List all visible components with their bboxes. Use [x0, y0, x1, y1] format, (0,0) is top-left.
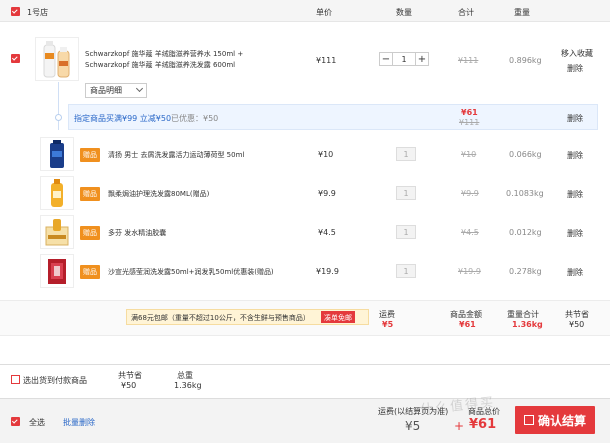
batch-delete-link[interactable]: 批量删除 [63, 417, 95, 428]
gift-name[interactable]: 飘柔焗油护理洗发露80ML(赠品) [108, 189, 209, 199]
store-name[interactable]: 1号店 [27, 7, 48, 18]
free-shipping-button[interactable]: 凑单免邮 [321, 311, 355, 323]
gift-subtotal: ¥19.9 [458, 267, 481, 276]
footer-shipping-value: ¥5 [405, 419, 421, 433]
header-weight: 重量 [514, 8, 530, 17]
move-to-favorites-link[interactable]: 移入收藏 [561, 48, 593, 59]
gift-tag: 赠品 [80, 148, 100, 162]
gift-thumbnail[interactable] [40, 176, 74, 210]
capsule-box-icon [45, 219, 69, 246]
product-subtotal: ¥111 [458, 56, 479, 65]
gift-weight: 0.278kg [509, 267, 542, 276]
gift-delete-link[interactable]: 删除 [567, 189, 583, 200]
footer-plus: + [454, 419, 465, 433]
product-checkbox[interactable] [11, 54, 20, 63]
checkout-label: 确认结算 [537, 413, 586, 428]
gift-delete-link[interactable]: 删除 [567, 267, 583, 278]
gift-name[interactable]: 多芬 发水精油胶囊 [108, 228, 166, 238]
selection-saving-value: ¥50 [121, 381, 137, 390]
shipping-value: ¥5 [382, 320, 394, 329]
gift-weight: 0.012kg [509, 228, 542, 237]
gift-tag: 赠品 [80, 187, 100, 201]
gift-price: ¥10 [318, 150, 334, 159]
detail-select[interactable]: 商品明细 [85, 83, 147, 98]
gift-price: ¥4.5 [318, 228, 336, 237]
header-qty: 数量 [396, 8, 412, 17]
shampoo-bottle-icon [51, 179, 63, 207]
gift-subtotal: ¥4.5 [461, 228, 479, 237]
weight-label: 重量合计 [507, 310, 539, 319]
shipping-label: 运费 [379, 310, 395, 319]
selection-weight-label: 总重 [177, 371, 193, 380]
promo-delete-link[interactable]: 删除 [567, 113, 583, 124]
gift-tag: 赠品 [80, 226, 100, 240]
tree-connector [58, 82, 59, 130]
gift-qty: 1 [396, 147, 416, 161]
amount-value: ¥61 [459, 320, 476, 329]
check-icon [11, 7, 18, 14]
saving-label: 共节省 [565, 310, 589, 319]
shampoo-bottles-icon [43, 41, 70, 78]
footer-total-value: ¥61 [469, 417, 497, 432]
promo-price-now: ¥61 [461, 108, 478, 117]
delete-product-link[interactable]: 删除 [567, 63, 583, 74]
checkout-button[interactable]: 确认结算 [515, 406, 595, 434]
select-all-label[interactable]: 全选 [29, 417, 45, 428]
gift-qty: 1 [396, 264, 416, 278]
gift-delete-link[interactable]: 删除 [567, 228, 583, 239]
chevron-down-icon [135, 84, 144, 93]
gift-delete-link[interactable]: 删除 [567, 150, 583, 161]
check-icon [11, 54, 18, 61]
gift-weight: 0.1083kg [506, 189, 544, 198]
shampoo-bottle-icon [50, 140, 64, 168]
gift-price: ¥9.9 [318, 189, 336, 198]
promo-price-orig: ¥111 [459, 118, 480, 127]
checkout-icon [523, 415, 534, 425]
qty-plus-button[interactable]: + [415, 52, 429, 66]
product-price: ¥111 [316, 56, 337, 65]
gift-name[interactable]: 沙宣光感莹润洗发露50ml+润发乳50ml优惠装(赠品) [108, 267, 274, 277]
promo-discount: 已优惠：¥50 [171, 114, 219, 123]
gift-name[interactable]: 清扬 男士 去屑洗发露活力运动薄荷型 50ml [108, 150, 244, 160]
selection-saving-label: 共节省 [118, 371, 142, 380]
detail-select-label: 商品明细 [90, 86, 122, 95]
free-shipping-text: 满68元包邮（重量不超过10公斤，不含生鲜与预售商品） [131, 314, 310, 322]
gift-price: ¥19.9 [316, 267, 339, 276]
amount-label: 商品金额 [450, 310, 482, 319]
section-divider [0, 364, 610, 365]
check-icon [11, 417, 18, 424]
product-thumbnail[interactable] [35, 37, 79, 81]
gift-thumbnail[interactable] [40, 254, 74, 288]
gift-qty: 1 [396, 186, 416, 200]
selection-weight-value: 1.36kg [174, 381, 202, 390]
weight-value: 1.36kg [512, 320, 543, 329]
header-price: 单价 [316, 8, 332, 17]
saving-value: ¥50 [569, 320, 585, 329]
gift-box-icon [48, 259, 66, 284]
qty-input[interactable]: 1 [393, 52, 415, 66]
product-name[interactable]: Schwarzkopf 施华蔻 羊绒脂滋养营养水 150ml + Schwarz… [85, 49, 275, 71]
promo-link[interactable]: 指定商品买满¥99 立减¥50 [74, 113, 171, 124]
header-subtotal: 合计 [458, 8, 474, 17]
qty-minus-button[interactable]: − [379, 52, 393, 66]
gift-thumbnail[interactable] [40, 215, 74, 249]
gift-tag: 赠品 [80, 265, 100, 279]
cod-select-label[interactable]: 选出货到付款商品 [23, 375, 87, 386]
tree-node [55, 114, 62, 121]
product-weight: 0.896kg [509, 56, 542, 65]
cod-select-checkbox[interactable] [11, 375, 20, 384]
gift-subtotal: ¥9.9 [461, 189, 479, 198]
gift-thumbnail[interactable] [40, 137, 74, 171]
gift-weight: 0.066kg [509, 150, 542, 159]
store-checkbox[interactable] [11, 7, 20, 16]
gift-subtotal: ¥10 [461, 150, 477, 159]
select-all-checkbox[interactable] [11, 417, 20, 426]
gift-qty: 1 [396, 225, 416, 239]
